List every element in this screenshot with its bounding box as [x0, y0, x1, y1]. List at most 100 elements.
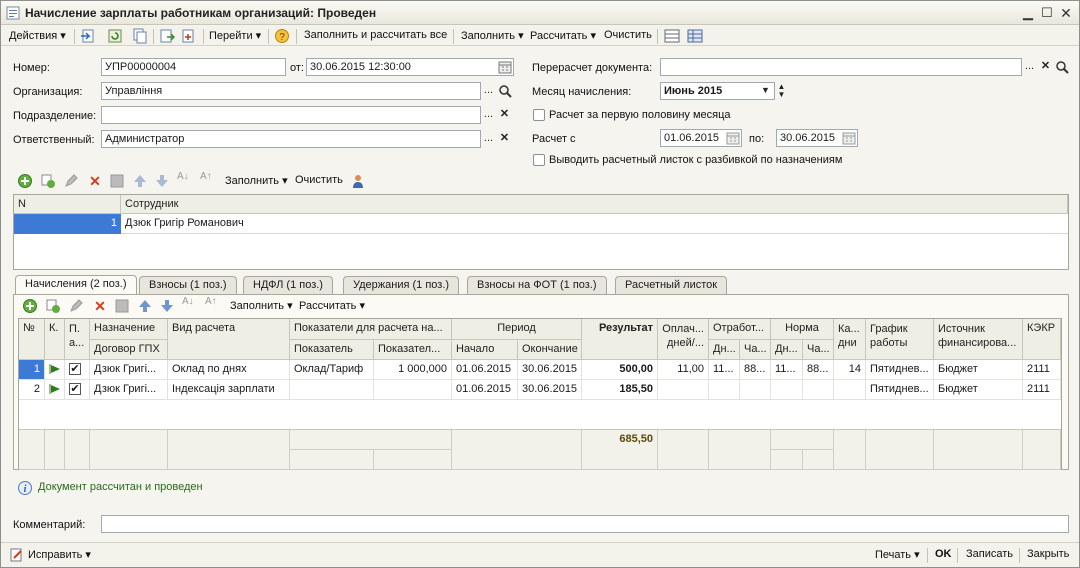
column-header-contract[interactable]: Договор ГПХ — [90, 340, 168, 360]
column-header-norm-days[interactable]: Дн... — [771, 340, 803, 360]
column-header-calc-type[interactable]: Вид расчета — [168, 319, 290, 360]
column-header-n[interactable]: N — [14, 195, 121, 214]
recalc-field[interactable] — [660, 58, 1022, 76]
row-active-cell[interactable]: ✔ — [65, 380, 90, 400]
delete-icon[interactable]: ✕ — [87, 173, 103, 189]
calendar-icon[interactable] — [841, 130, 857, 146]
print-menu[interactable]: Печать ▾ — [875, 548, 920, 563]
payslip-checkbox[interactable] — [533, 154, 545, 166]
tab-payroll-contributions[interactable]: Взносы на ФОТ (1 поз.) — [467, 276, 607, 294]
move-up-icon[interactable] — [132, 173, 148, 189]
column-header-indicator[interactable]: Показатель — [290, 340, 374, 360]
column-header-source[interactable]: Источник финансирова... — [934, 319, 1023, 360]
close-icon[interactable]: ✕ — [1057, 4, 1075, 22]
move-down-icon[interactable] — [154, 173, 170, 189]
post-icon[interactable] — [80, 28, 96, 44]
actions-menu[interactable]: Действия ▾ — [9, 29, 66, 44]
column-header-ka[interactable]: Ка... дни — [834, 319, 866, 360]
fill-menu[interactable]: Заполнить ▾ — [461, 29, 524, 44]
column-header-period[interactable]: Период — [452, 319, 582, 340]
sort-asc-icon[interactable]: A↓ — [182, 296, 198, 312]
organization-field[interactable]: Управління — [101, 82, 481, 100]
move-down-icon[interactable] — [159, 298, 175, 314]
copy-icon[interactable] — [45, 298, 61, 314]
copy-icon[interactable] — [40, 173, 56, 189]
column-header-worked-hours[interactable]: Ча... — [740, 340, 771, 360]
minimize-icon[interactable]: ▁ — [1019, 4, 1037, 22]
tab-accruals[interactable]: Начисления (2 поз.) — [15, 275, 137, 295]
add-icon[interactable] — [22, 298, 38, 314]
edit-icon[interactable] — [63, 173, 79, 189]
maximize-icon[interactable]: ☐ — [1038, 4, 1056, 22]
movements-icon[interactable] — [159, 28, 175, 44]
row-active-cell[interactable]: ✔ — [65, 360, 90, 380]
employee-icon[interactable] — [350, 173, 366, 189]
checkbox-checked-icon[interactable]: ✔ — [69, 383, 81, 395]
select-button[interactable]: ... — [481, 107, 496, 123]
clear-icon[interactable]: ✕ — [497, 131, 512, 147]
sort-desc-icon[interactable]: A↑ — [200, 171, 216, 187]
first-half-checkbox[interactable] — [533, 109, 545, 121]
tab-contributions[interactable]: Взносы (1 поз.) — [139, 276, 237, 294]
checkbox-checked-icon[interactable]: ✔ — [69, 363, 81, 375]
fill-calc-all-button[interactable]: Заполнить и рассчитать все — [304, 29, 447, 44]
responsible-field[interactable]: Администратор — [101, 130, 481, 148]
column-header-end[interactable]: Окончание — [518, 340, 582, 360]
column-header-indicator-value[interactable]: Показател... — [374, 340, 452, 360]
sort-desc-icon[interactable]: A↑ — [205, 296, 221, 312]
column-header-paid[interactable]: Оплач... дней/... — [658, 319, 709, 360]
date-field[interactable]: 30.06.2015 12:30:00 — [306, 58, 514, 76]
column-header-kekr[interactable]: КЭКР — [1023, 319, 1061, 360]
table-view-icon[interactable] — [687, 28, 703, 44]
select-button[interactable]: ... — [481, 83, 496, 99]
calendar-icon[interactable] — [725, 130, 741, 146]
delete-icon[interactable]: ✕ — [92, 298, 108, 314]
calendar-icon[interactable] — [497, 59, 513, 75]
accruals-fill-menu[interactable]: Заполнить ▾ — [230, 299, 293, 314]
clear-button[interactable]: Очистить — [604, 29, 652, 44]
ok-button[interactable]: OK — [935, 548, 952, 563]
refresh-icon[interactable] — [107, 28, 123, 44]
number-field[interactable]: УПР00000004 — [101, 58, 286, 76]
column-header-start[interactable]: Начало — [452, 340, 518, 360]
department-field[interactable] — [101, 106, 481, 124]
goto-menu[interactable]: Перейти ▾ — [209, 29, 261, 44]
struct-icon[interactable] — [181, 28, 197, 44]
help-icon[interactable]: ? — [274, 28, 290, 44]
search-icon[interactable] — [497, 83, 513, 99]
column-header-worked[interactable]: Отработ... — [709, 319, 771, 340]
comment-field[interactable] — [101, 515, 1069, 533]
chevron-down-icon[interactable]: ▼ — [758, 83, 773, 99]
column-header-norm[interactable]: Норма — [771, 319, 834, 340]
tab-ndfl[interactable]: НДФЛ (1 поз.) — [243, 276, 333, 294]
sort-asc-icon[interactable]: A↓ — [177, 171, 193, 187]
select-button[interactable]: ... — [1022, 59, 1037, 75]
edit-icon[interactable] — [68, 298, 84, 314]
clear-icon[interactable]: ✕ — [497, 107, 512, 123]
column-header-p[interactable]: П. а... — [65, 319, 90, 360]
column-header-result[interactable]: Результат — [582, 319, 658, 360]
column-header-norm-hours[interactable]: Ча... — [803, 340, 834, 360]
tab-deductions[interactable]: Удержания (1 поз.) — [343, 276, 460, 294]
end-edit-icon[interactable] — [114, 298, 130, 314]
column-header-n[interactable]: № — [19, 319, 45, 360]
tab-payslip[interactable]: Расчетный листок — [615, 276, 728, 294]
select-button[interactable]: ... — [481, 131, 496, 147]
fix-menu[interactable]: Исправить ▾ — [28, 548, 91, 563]
add-icon[interactable] — [17, 173, 33, 189]
spin-icon[interactable]: ▲ ▼ — [774, 83, 789, 99]
clear-icon[interactable]: ✕ — [1038, 59, 1053, 75]
search-icon[interactable] — [1054, 59, 1070, 75]
calculate-menu[interactable]: Рассчитать ▾ — [530, 29, 596, 44]
column-header-assignment[interactable]: Назначение — [90, 319, 168, 340]
close-button[interactable]: Закрыть — [1027, 548, 1069, 563]
column-header-indicators[interactable]: Показатели для расчета на... — [290, 319, 452, 340]
copy-doc-icon[interactable] — [132, 28, 148, 44]
table-row[interactable]: 1 Дзюк Григір Романович — [14, 214, 1068, 234]
column-header-worked-days[interactable]: Дн... — [709, 340, 740, 360]
end-edit-icon[interactable] — [109, 173, 125, 189]
list-settings-icon[interactable] — [664, 28, 680, 44]
employees-clear-button[interactable]: Очистить — [295, 174, 343, 189]
column-header-employee[interactable]: Сотрудник — [121, 195, 1068, 214]
move-up-icon[interactable] — [137, 298, 153, 314]
